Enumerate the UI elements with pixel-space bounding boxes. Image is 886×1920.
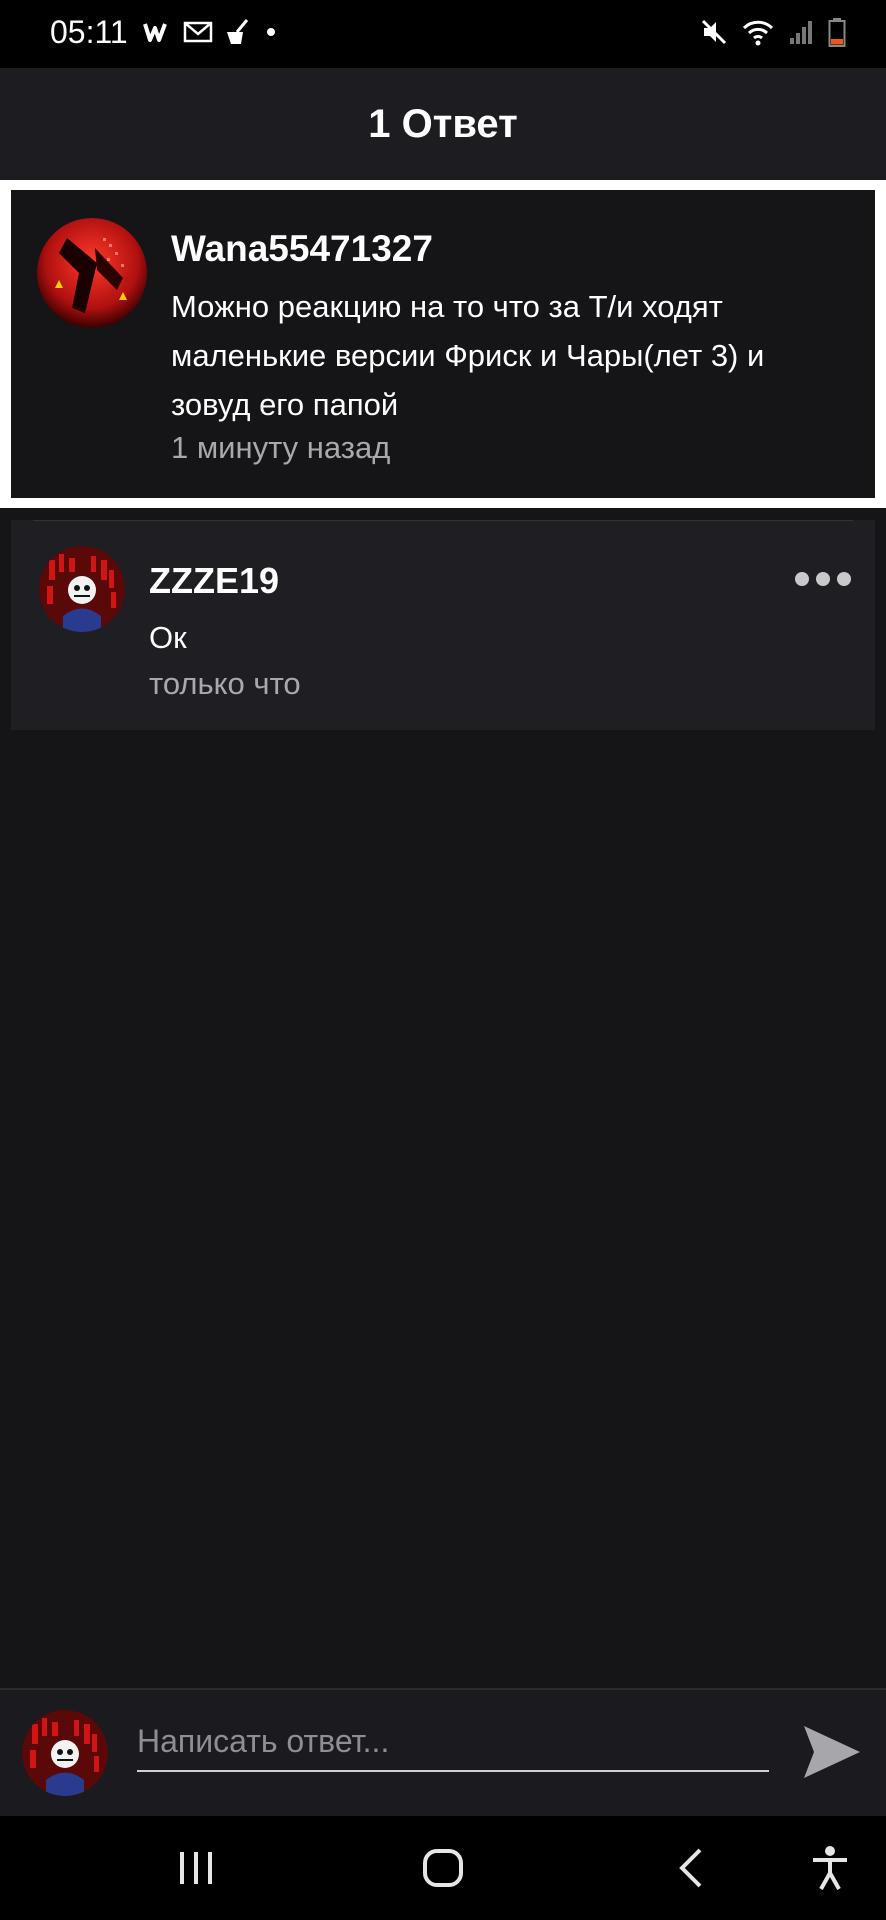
cleaner-icon xyxy=(223,18,255,51)
parent-comment-time: 1 минуту назад xyxy=(171,430,391,465)
reply-username[interactable]: ZZZE19 xyxy=(149,560,279,602)
more-options-button[interactable] xyxy=(795,568,851,590)
reply-item: ZZZE19 Ок только что xyxy=(11,520,875,730)
wifi-icon xyxy=(742,18,774,51)
home-button[interactable] xyxy=(413,1842,473,1898)
mute-icon xyxy=(700,18,728,51)
parent-avatar[interactable] xyxy=(37,218,147,328)
send-icon xyxy=(800,1726,864,1787)
status-bar: 05:11 xyxy=(0,0,886,68)
recents-icon xyxy=(176,1848,216,1893)
reply-text: Ок xyxy=(149,620,187,655)
accessibility-icon xyxy=(810,1845,850,1896)
navigation-bar xyxy=(0,1816,886,1920)
reply-time: только что xyxy=(149,666,301,701)
back-button[interactable] xyxy=(662,1842,722,1898)
reply-input[interactable] xyxy=(137,1712,769,1772)
home-icon xyxy=(421,1846,465,1895)
more-horizontal-icon xyxy=(795,572,809,586)
signal-icon xyxy=(788,18,814,51)
composer-avatar xyxy=(22,1710,108,1796)
accessibility-button[interactable] xyxy=(800,1842,860,1898)
parent-comment: Wana55471327 Можно реакцию на то что за … xyxy=(11,190,875,498)
status-app-icons xyxy=(143,16,277,52)
recents-button[interactable] xyxy=(166,1842,226,1898)
header: 1 Ответ xyxy=(0,68,886,180)
parent-username[interactable]: Wana55471327 xyxy=(171,228,433,270)
dot-icon xyxy=(265,25,277,43)
reply-composer xyxy=(0,1688,886,1818)
reply-avatar[interactable] xyxy=(39,546,125,632)
send-button[interactable] xyxy=(800,1720,864,1784)
page-title: 1 Ответ xyxy=(368,101,518,146)
gmail-icon xyxy=(183,20,213,49)
status-right-icons xyxy=(700,16,846,52)
status-time: 05:11 xyxy=(50,14,128,50)
divider xyxy=(33,520,853,521)
parent-comment-frame: Wana55471327 Можно реакцию на то что за … xyxy=(0,180,886,508)
battery-icon xyxy=(828,17,846,52)
wattpad-icon xyxy=(143,20,173,49)
back-icon xyxy=(674,1846,710,1895)
parent-comment-text: Можно реакцию на то что за Т/и ходят мал… xyxy=(171,289,765,422)
